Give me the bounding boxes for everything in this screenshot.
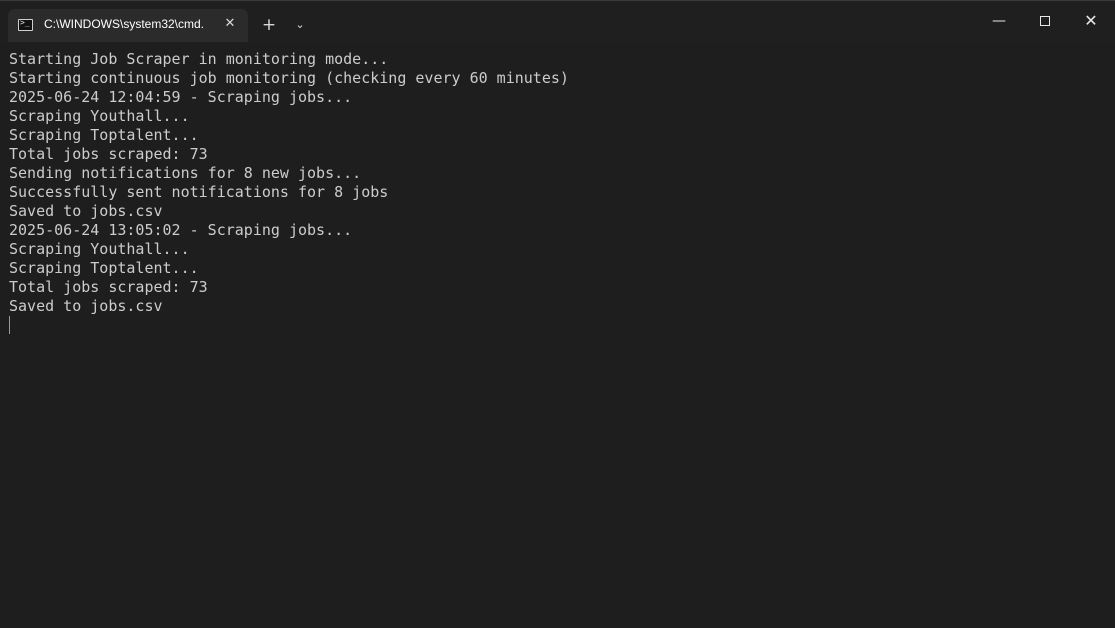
maximize-button[interactable] (1022, 1, 1068, 41)
output-line: Scraping Toptalent... (9, 126, 199, 144)
close-tab-icon[interactable]: ✕ (221, 15, 239, 33)
maximize-icon (1040, 16, 1050, 26)
text-cursor (9, 316, 10, 334)
output-line: Starting continuous job monitoring (chec… (9, 69, 569, 87)
output-line: Scraping Youthall... (9, 240, 190, 258)
output-line: 2025-06-24 13:05:02 - Scraping jobs... (9, 221, 353, 239)
output-line: Total jobs scraped: 73 (9, 278, 208, 296)
terminal-window: >_ C:\WINDOWS\system32\cmd. ✕ + ⌄ — ✕ St… (0, 0, 1115, 628)
output-line: Total jobs scraped: 73 (9, 145, 208, 163)
output-line: Sending notifications for 8 new jobs... (9, 164, 362, 182)
output-line: Scraping Youthall... (9, 107, 190, 125)
tab-cmd[interactable]: >_ C:\WINDOWS\system32\cmd. ✕ (8, 9, 248, 42)
tab-dropdown-button[interactable]: ⌄ (289, 14, 311, 36)
output-line: Successfully sent notifications for 8 jo… (9, 183, 389, 201)
output-line: Saved to jobs.csv (9, 202, 163, 220)
new-tab-button[interactable]: + (258, 14, 280, 36)
cmd-icon: >_ (18, 18, 33, 31)
output-line: 2025-06-24 12:04:59 - Scraping jobs... (9, 88, 353, 106)
output-line: Scraping Toptalent... (9, 259, 199, 277)
output-line: Saved to jobs.csv (9, 297, 163, 315)
tab-title: C:\WINDOWS\system32\cmd. (44, 17, 205, 31)
minimize-button[interactable]: — (976, 1, 1022, 41)
title-bar: >_ C:\WINDOWS\system32\cmd. ✕ + ⌄ — ✕ (0, 1, 1115, 42)
terminal-output[interactable]: Starting Job Scraper in monitoring mode.… (0, 42, 1115, 628)
output-line: Starting Job Scraper in monitoring mode.… (9, 50, 389, 68)
close-window-button[interactable]: ✕ (1068, 1, 1114, 41)
